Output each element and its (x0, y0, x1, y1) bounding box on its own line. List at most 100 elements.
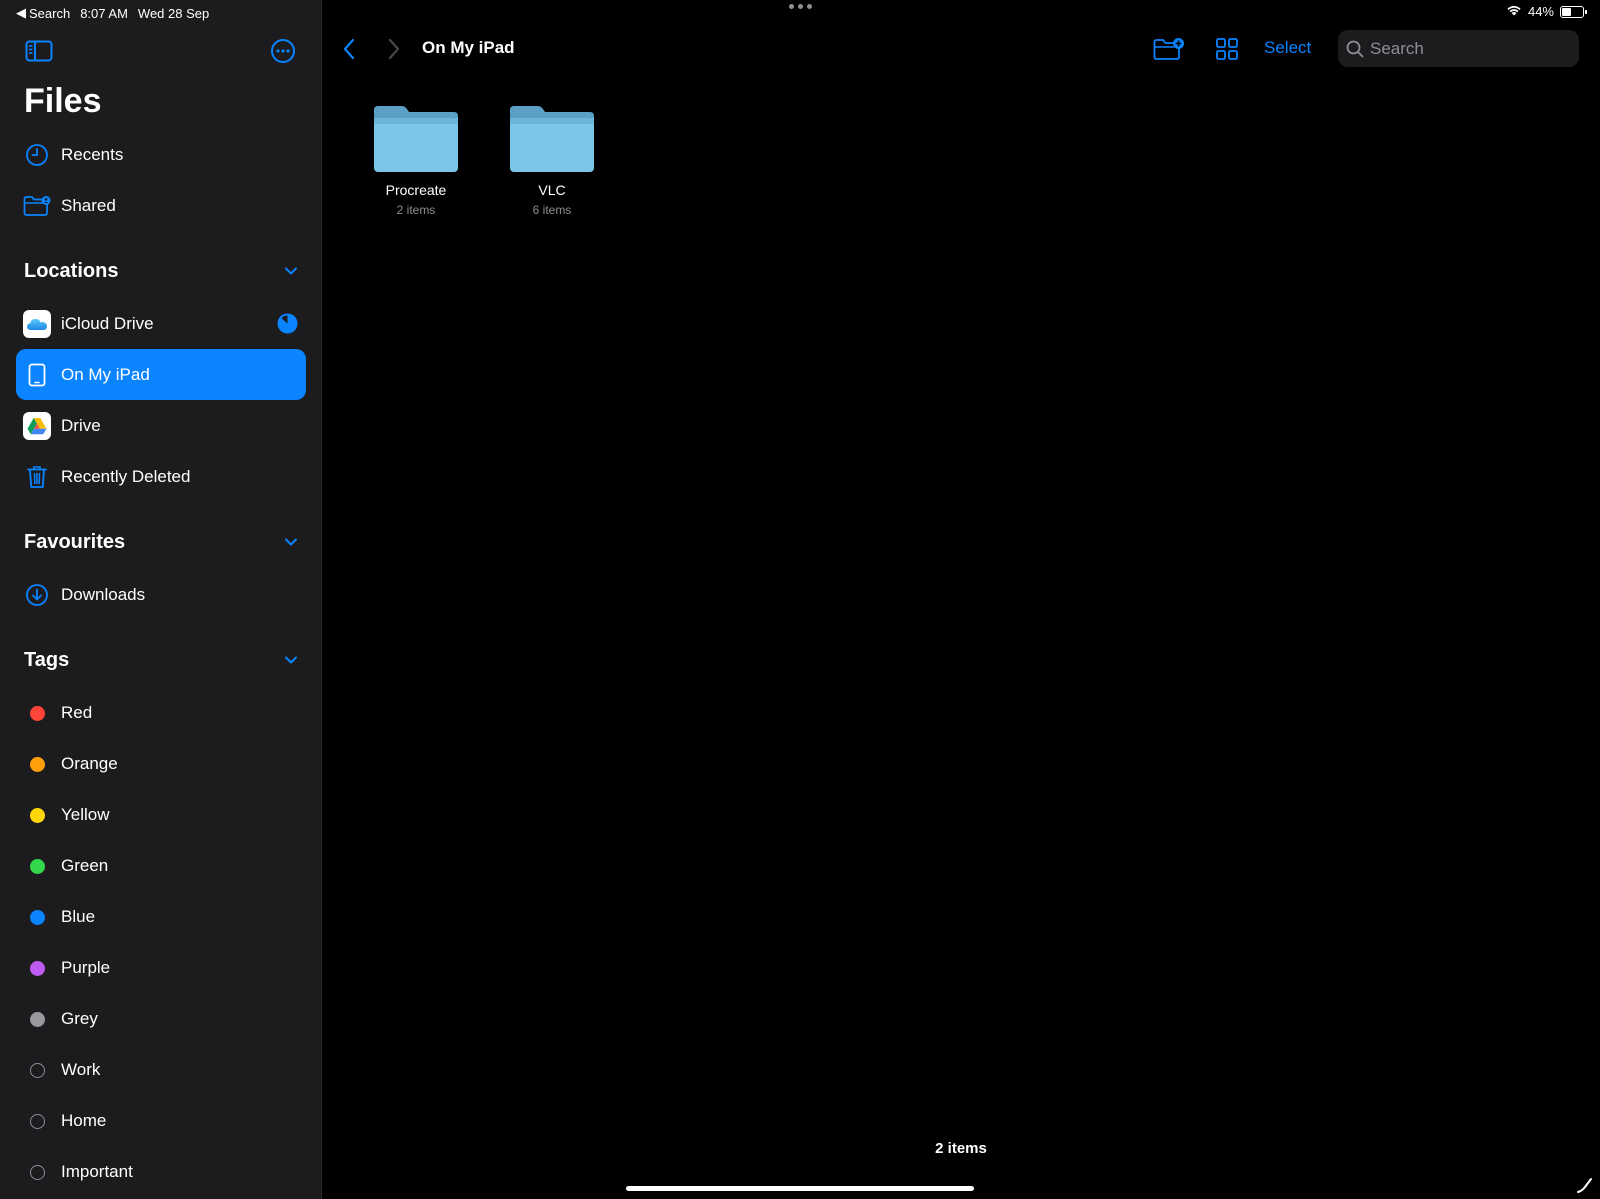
sidebar-icon (25, 40, 53, 62)
sidebar-item-icloud-drive[interactable]: iCloud Drive (16, 298, 306, 349)
toolbar: On My iPad Select (322, 30, 1600, 68)
pencil-corner-icon[interactable] (1576, 1176, 1594, 1199)
back-to-app-button[interactable]: ◀ Search (16, 5, 70, 21)
sidebar-item-label: Yellow (61, 804, 110, 824)
wifi-icon (1506, 4, 1522, 19)
sidebar-item-label: Shared (61, 195, 116, 215)
chevron-left-icon (343, 38, 355, 60)
sidebar-item-on-my-ipad[interactable]: On My iPad (16, 349, 306, 400)
section-header-favourites[interactable]: Favourites (24, 527, 298, 557)
sidebar-item-recents[interactable]: Recents (16, 129, 306, 180)
sidebar-item-shared[interactable]: Shared (16, 180, 306, 231)
status-bar: ◀ Search 8:07 AM Wed 28 Sep 44% (0, 0, 1600, 24)
icloud-icon (23, 310, 51, 338)
new-folder-button[interactable] (1152, 34, 1186, 64)
sidebar-item-drive[interactable]: Drive (16, 400, 306, 451)
app-title: Files (24, 82, 102, 120)
sidebar-item-label: Green (61, 855, 109, 875)
home-indicator[interactable] (626, 1186, 974, 1191)
search-field[interactable] (1338, 30, 1579, 67)
multitasking-dots[interactable] (789, 4, 812, 9)
more-options-button[interactable] (268, 36, 298, 66)
chevron-right-icon (388, 38, 400, 60)
chevron-down-icon[interactable] (284, 655, 298, 665)
page-title: On My iPad (422, 38, 515, 57)
grid-view-icon (1216, 38, 1238, 60)
back-button[interactable] (334, 34, 364, 64)
tag-color-dot-icon (23, 801, 51, 829)
tag-color-dot-icon (23, 954, 51, 982)
item-count-footer: 2 items (935, 1140, 987, 1157)
section-header-tags[interactable]: Tags (24, 645, 298, 675)
tag-color-dot-icon (23, 1005, 51, 1033)
tag-color-dot-icon (23, 750, 51, 778)
sidebar-item-recently-deleted[interactable]: Recently Deleted (16, 451, 306, 502)
sidebar-item-tag-orange[interactable]: Orange (16, 738, 306, 789)
section-title: Favourites (24, 530, 126, 553)
back-app-label: Search (29, 5, 71, 21)
sidebar-item-downloads[interactable]: Downloads (16, 569, 306, 620)
battery-percent: 44% (1527, 4, 1554, 19)
sidebar: Files Recents Shared Locations iCloud Dr… (0, 0, 322, 1199)
new-folder-icon (1153, 38, 1184, 60)
main-content: On My iPad Select Procreate 2 items VLC … (322, 0, 1600, 1199)
folder-name: Procreate (385, 182, 447, 198)
view-options-button[interactable] (1210, 34, 1244, 64)
section-header-locations[interactable]: Locations (24, 256, 298, 286)
status-time: 8:07 AM (80, 5, 128, 21)
sync-progress-icon (277, 313, 298, 339)
sidebar-item-label: Orange (61, 753, 118, 773)
folder-item-procreate[interactable]: Procreate 2 items (366, 104, 466, 217)
sidebar-item-tag-home[interactable]: Home (16, 1095, 306, 1146)
toggle-sidebar-button[interactable] (24, 36, 54, 66)
folder-icon (510, 106, 594, 172)
sidebar-item-label: Work (61, 1059, 101, 1079)
tag-color-dot-icon (23, 699, 51, 727)
clock-icon (23, 141, 51, 169)
sidebar-item-tag-blue[interactable]: Blue (16, 891, 306, 942)
folder-icon (374, 106, 458, 172)
sidebar-item-tag-yellow[interactable]: Yellow (16, 789, 306, 840)
status-date: Wed 28 Sep (137, 5, 210, 21)
folder-name: VLC (538, 182, 566, 198)
sidebar-item-label: Home (61, 1110, 107, 1130)
shared-folder-icon (23, 192, 51, 220)
tag-color-dot-icon (23, 1107, 51, 1135)
sidebar-item-label: Purple (61, 957, 111, 977)
ipad-icon (23, 361, 51, 389)
section-title: Locations (24, 259, 119, 282)
folder-item-vlc[interactable]: VLC 6 items (502, 104, 602, 217)
tag-color-dot-icon (23, 1158, 51, 1186)
folder-item-count: 2 items (396, 203, 436, 217)
tag-color-dot-icon (23, 852, 51, 880)
tag-color-dot-icon (23, 1056, 51, 1084)
sidebar-item-tag-purple[interactable]: Purple (16, 942, 306, 993)
sidebar-item-tag-work[interactable]: Work (16, 1044, 306, 1095)
search-input[interactable] (1370, 38, 1570, 59)
download-icon (23, 581, 51, 609)
sidebar-item-label: iCloud Drive (61, 313, 154, 333)
search-icon (1346, 40, 1364, 57)
sidebar-item-label: Recents (61, 144, 124, 164)
sidebar-item-tag-grey[interactable]: Grey (16, 993, 306, 1044)
select-button[interactable]: Select (1264, 38, 1311, 58)
sidebar-item-label: Important (61, 1161, 133, 1181)
tag-color-dot-icon (23, 903, 51, 931)
sidebar-item-tag-important[interactable]: Important (16, 1146, 306, 1197)
sidebar-item-label: Red (61, 702, 93, 722)
sidebar-item-label: Blue (61, 906, 96, 926)
google-drive-icon (23, 412, 51, 440)
sidebar-item-label: Drive (61, 415, 101, 435)
sidebar-item-label: On My iPad (61, 364, 150, 384)
chevron-down-icon[interactable] (284, 537, 298, 547)
sidebar-item-tag-green[interactable]: Green (16, 840, 306, 891)
sidebar-item-label: Recently Deleted (61, 466, 191, 486)
chevron-down-icon[interactable] (284, 266, 298, 276)
forward-button[interactable] (379, 34, 409, 64)
ellipsis-circle-icon (271, 39, 295, 63)
folder-item-count: 6 items (532, 203, 572, 217)
battery-icon (1560, 5, 1587, 18)
sidebar-item-label: Downloads (61, 584, 146, 604)
trash-icon (23, 463, 51, 491)
sidebar-item-tag-red[interactable]: Red (16, 687, 306, 738)
